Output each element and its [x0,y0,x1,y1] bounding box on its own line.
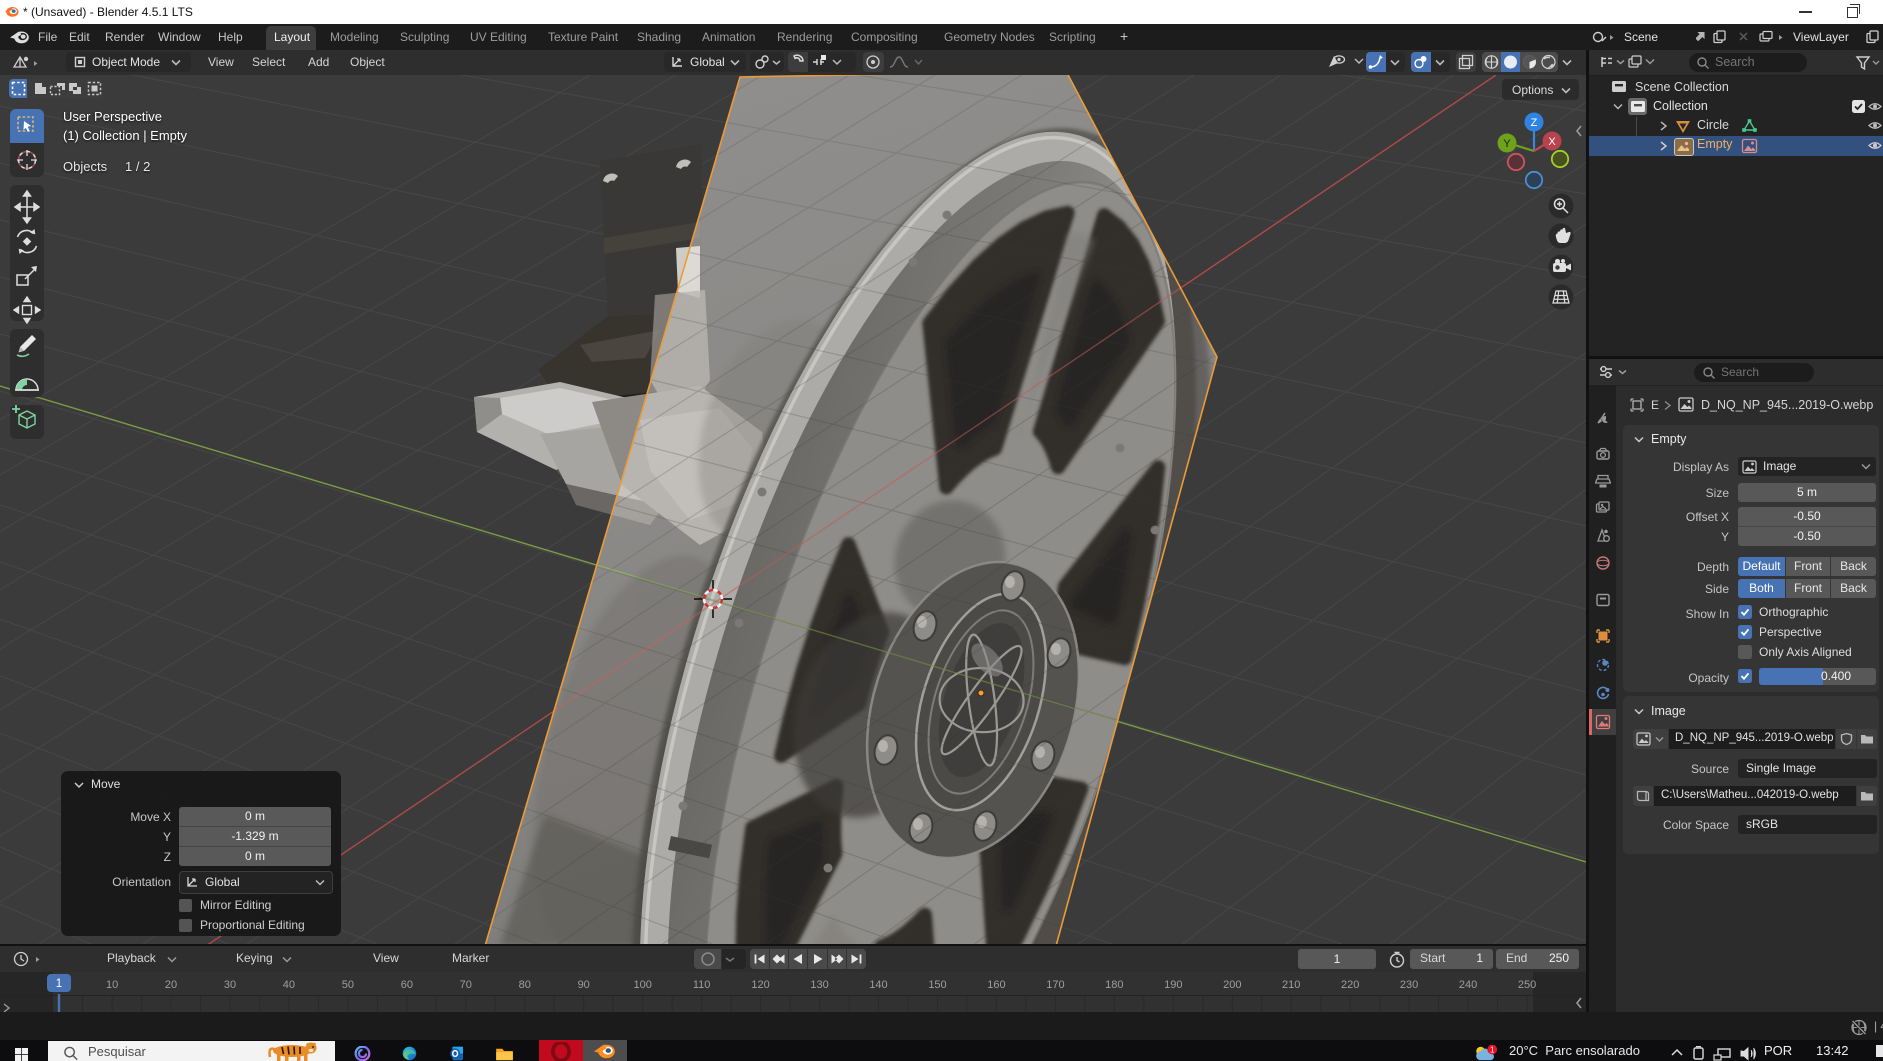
svg-text:190: 190 [1164,979,1182,991]
svg-text:120: 120 [751,979,769,991]
svg-text:220: 220 [1341,979,1359,991]
svg-text:40: 40 [283,979,295,991]
svg-text:210: 210 [1282,979,1300,991]
svg-text:160: 160 [987,979,1005,991]
svg-text:200: 200 [1223,979,1241,991]
svg-text:Y: Y [1503,138,1511,150]
svg-text:140: 140 [869,979,887,991]
svg-text:30: 30 [224,979,236,991]
svg-text:240: 240 [1459,979,1477,991]
svg-text:150: 150 [928,979,946,991]
svg-text:230: 230 [1400,979,1418,991]
svg-text:250: 250 [1518,979,1536,991]
svg-text:Z: Z [1531,117,1538,129]
svg-text:1: 1 [1490,1046,1495,1055]
svg-text:90: 90 [578,979,590,991]
svg-text:130: 130 [810,979,828,991]
svg-text:180: 180 [1105,979,1123,991]
svg-text:X: X [1548,136,1556,148]
svg-text:170: 170 [1046,979,1064,991]
svg-text:20: 20 [165,979,177,991]
svg-text:60: 60 [401,979,413,991]
svg-text:10: 10 [106,979,118,991]
svg-text:70: 70 [460,979,472,991]
svg-text:50: 50 [342,979,354,991]
svg-text:110: 110 [693,979,711,991]
svg-text:100: 100 [634,979,652,991]
svg-text:80: 80 [519,979,531,991]
svg-text:1: 1 [56,978,62,990]
